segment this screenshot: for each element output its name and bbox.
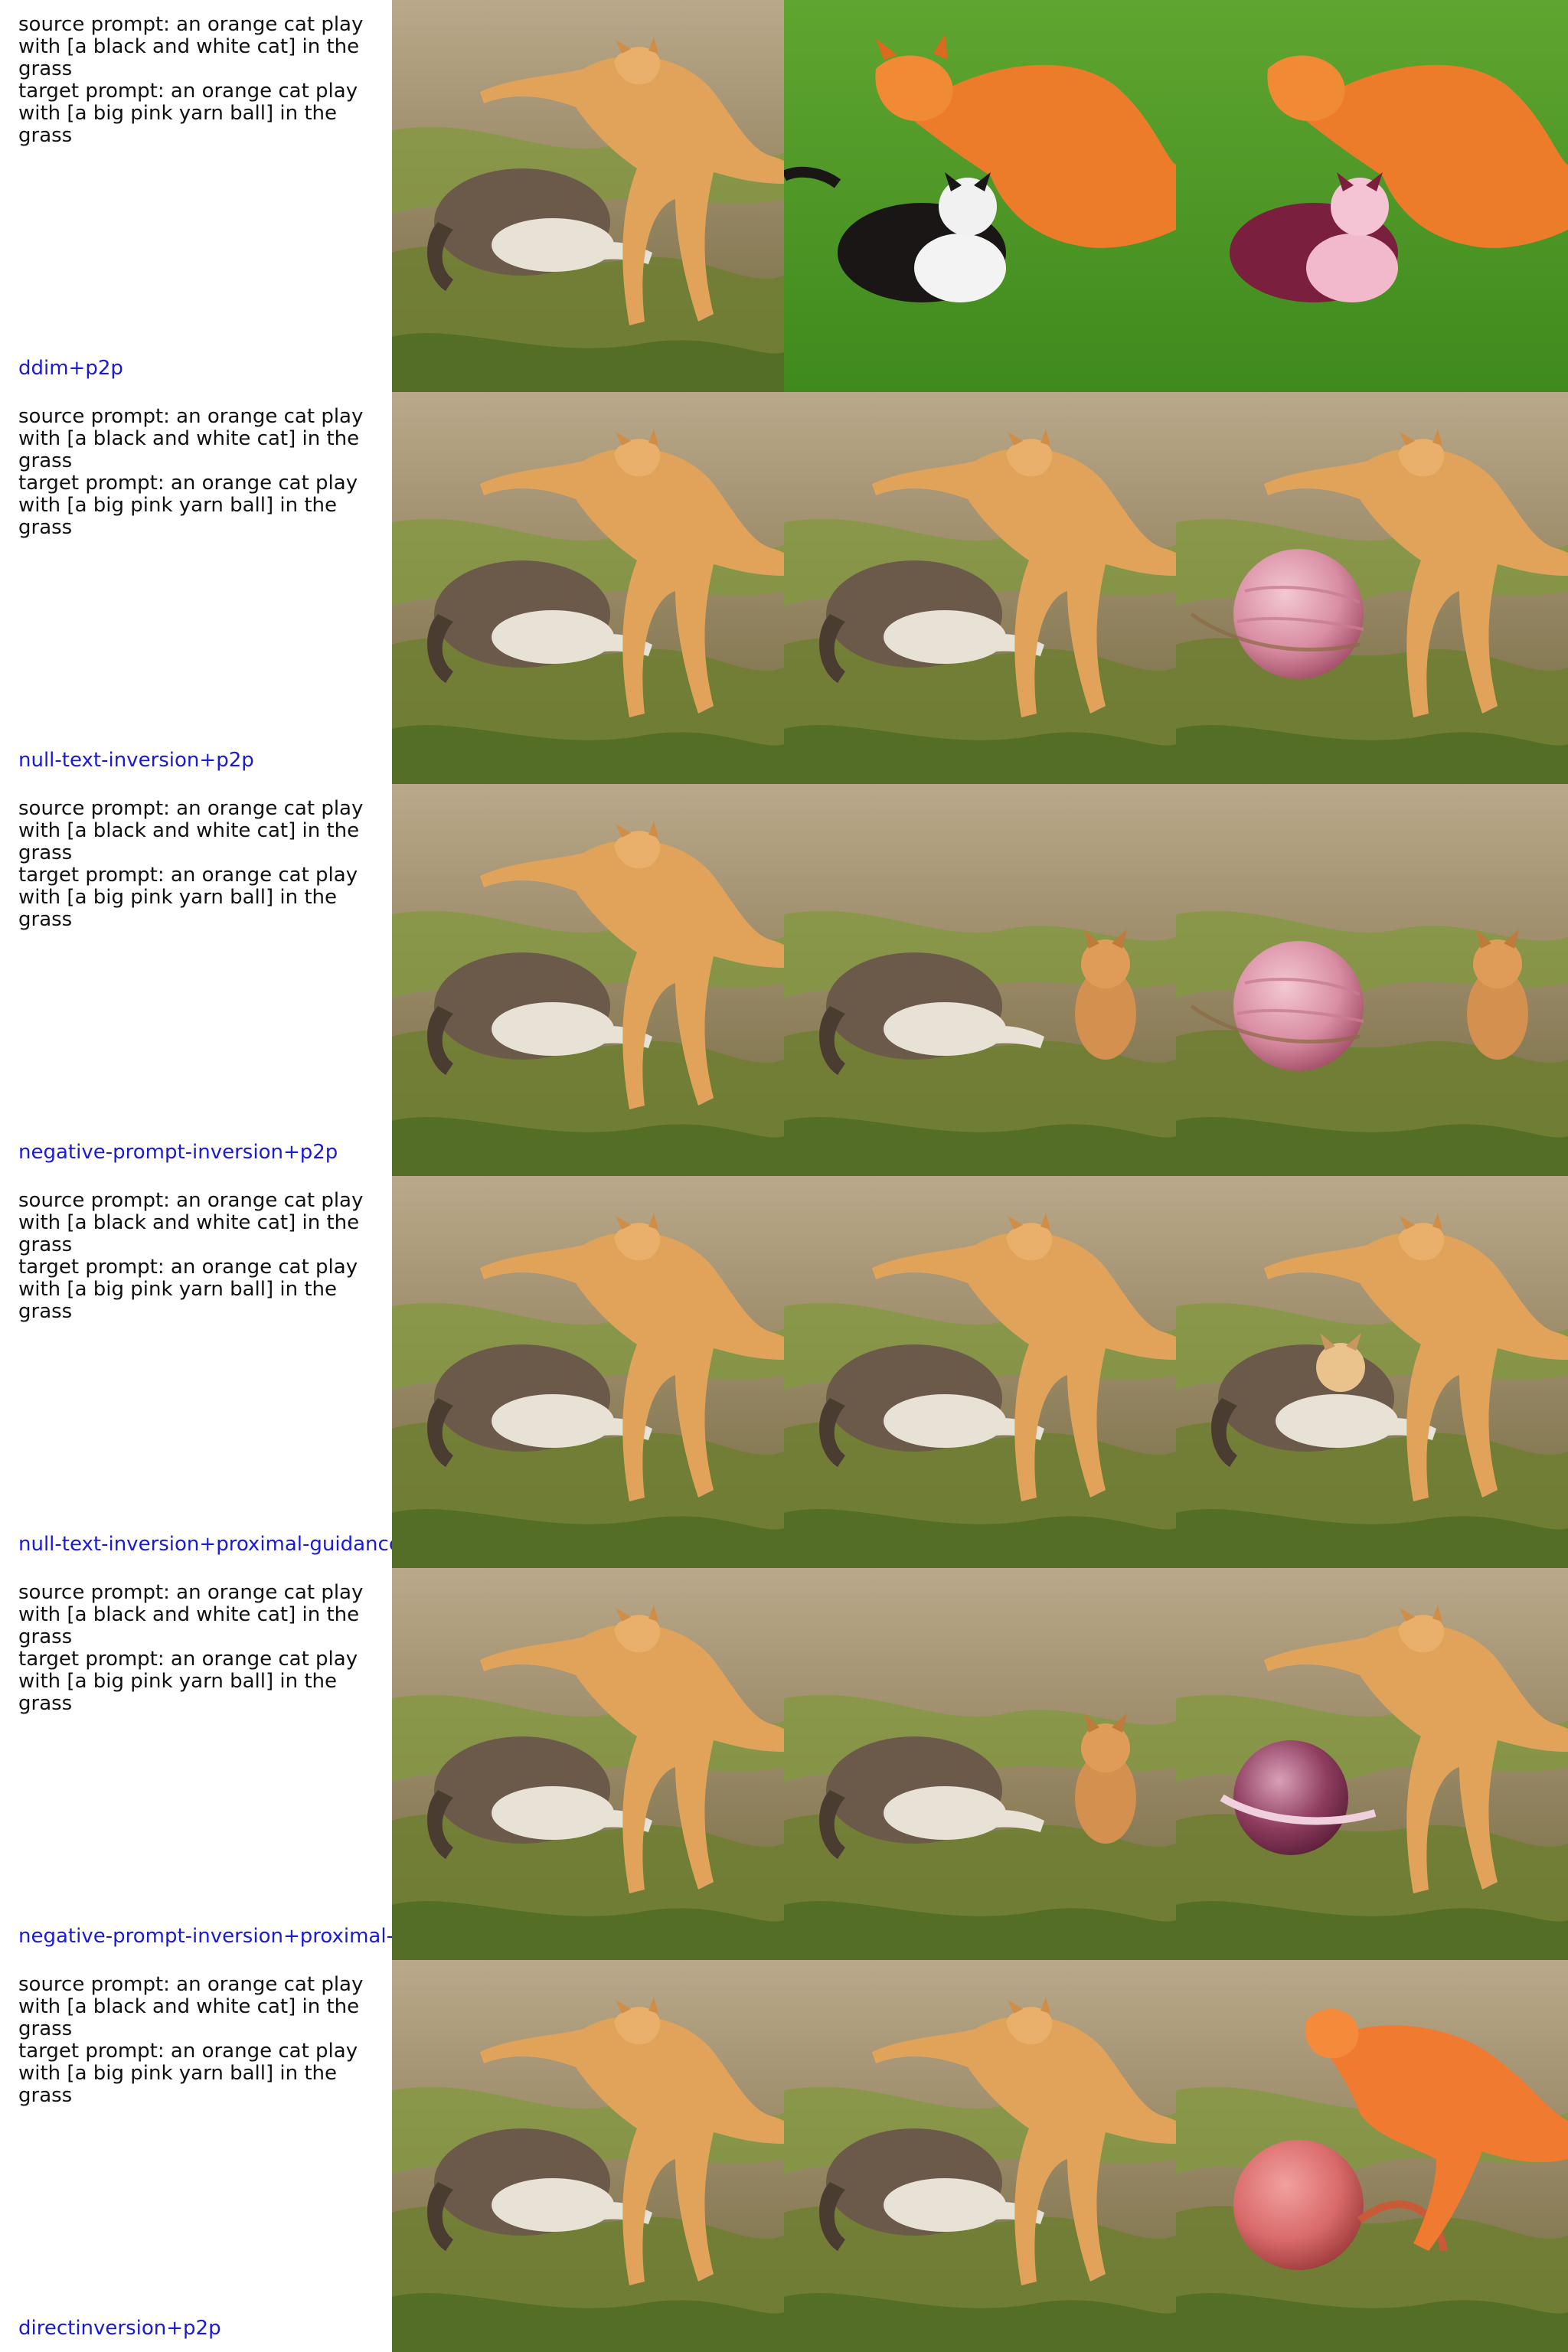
row-label-cell: source prompt: an orange cat play with [… (0, 392, 392, 784)
edited-image (1176, 1960, 1568, 2352)
row-label-cell: source prompt: an orange cat play with [… (0, 1176, 392, 1568)
grid-row: source prompt: an orange cat play with [… (0, 1960, 1568, 2352)
row-label-cell: source prompt: an orange cat play with [… (0, 784, 392, 1176)
source-prompt: source prompt: an orange cat play with [… (18, 1581, 364, 1648)
row-label-cell: source prompt: an orange cat play with [… (0, 1960, 392, 2352)
grid-row: source prompt: an orange cat play with [… (0, 1568, 1568, 1960)
reconstruction-image (784, 392, 1176, 784)
grid-row: source prompt: an orange cat play with [… (0, 0, 1568, 392)
prompt-block: source prompt: an orange cat play with [… (18, 1190, 390, 1323)
source-prompt: source prompt: an orange cat play with [… (18, 1973, 364, 2040)
row-label-cell: source prompt: an orange cat play with [… (0, 1568, 392, 1960)
reconstruction-image (784, 1568, 1176, 1960)
target-prompt: target prompt: an orange cat play with [… (18, 1648, 358, 1715)
reconstruction-image (784, 0, 1176, 392)
method-label: directinversion+p2p (18, 2317, 221, 2340)
method-label: negative-prompt-inversion+p2p (18, 1141, 338, 1164)
edited-image (1176, 1568, 1568, 1960)
prompt-block: source prompt: an orange cat play with [… (18, 798, 390, 931)
source-image (392, 784, 784, 1176)
row-label-cell: source prompt: an orange cat play with [… (0, 0, 392, 392)
method-label: ddim+p2p (18, 357, 123, 380)
reconstruction-image (784, 1960, 1176, 2352)
source-prompt: source prompt: an orange cat play with [… (18, 13, 364, 80)
grid-row: source prompt: an orange cat play with [… (0, 784, 1568, 1176)
prompt-block: source prompt: an orange cat play with [… (18, 14, 390, 147)
prompt-block: source prompt: an orange cat play with [… (18, 406, 390, 539)
reconstruction-image (784, 1176, 1176, 1568)
method-label: null-text-inversion+p2p (18, 749, 254, 772)
target-prompt: target prompt: an orange cat play with [… (18, 472, 358, 539)
prompt-block: source prompt: an orange cat play with [… (18, 1974, 390, 2107)
source-prompt: source prompt: an orange cat play with [… (18, 405, 364, 472)
edited-image (1176, 1176, 1568, 1568)
source-image (392, 0, 784, 392)
source-image (392, 1176, 784, 1568)
grid-row: source prompt: an orange cat play with [… (0, 392, 1568, 784)
source-image (392, 1568, 784, 1960)
prompt-block: source prompt: an orange cat play with [… (18, 1582, 390, 1715)
grid-row: source prompt: an orange cat play with [… (0, 1176, 1568, 1568)
target-prompt: target prompt: an orange cat play with [… (18, 864, 358, 931)
source-prompt: source prompt: an orange cat play with [… (18, 1189, 364, 1256)
source-image (392, 1960, 784, 2352)
method-label: negative-prompt-inversion+proximal-guida… (18, 1925, 392, 1948)
source-prompt: source prompt: an orange cat play with [… (18, 797, 364, 864)
source-image (392, 392, 784, 784)
target-prompt: target prompt: an orange cat play with [… (18, 1256, 358, 1323)
method-label: null-text-inversion+proximal-guidance (18, 1533, 392, 1556)
reconstruction-image (784, 784, 1176, 1176)
target-prompt: target prompt: an orange cat play with [… (18, 80, 358, 147)
edited-image (1176, 0, 1568, 392)
edited-image (1176, 392, 1568, 784)
target-prompt: target prompt: an orange cat play with [… (18, 2040, 358, 2107)
edited-image (1176, 784, 1568, 1176)
